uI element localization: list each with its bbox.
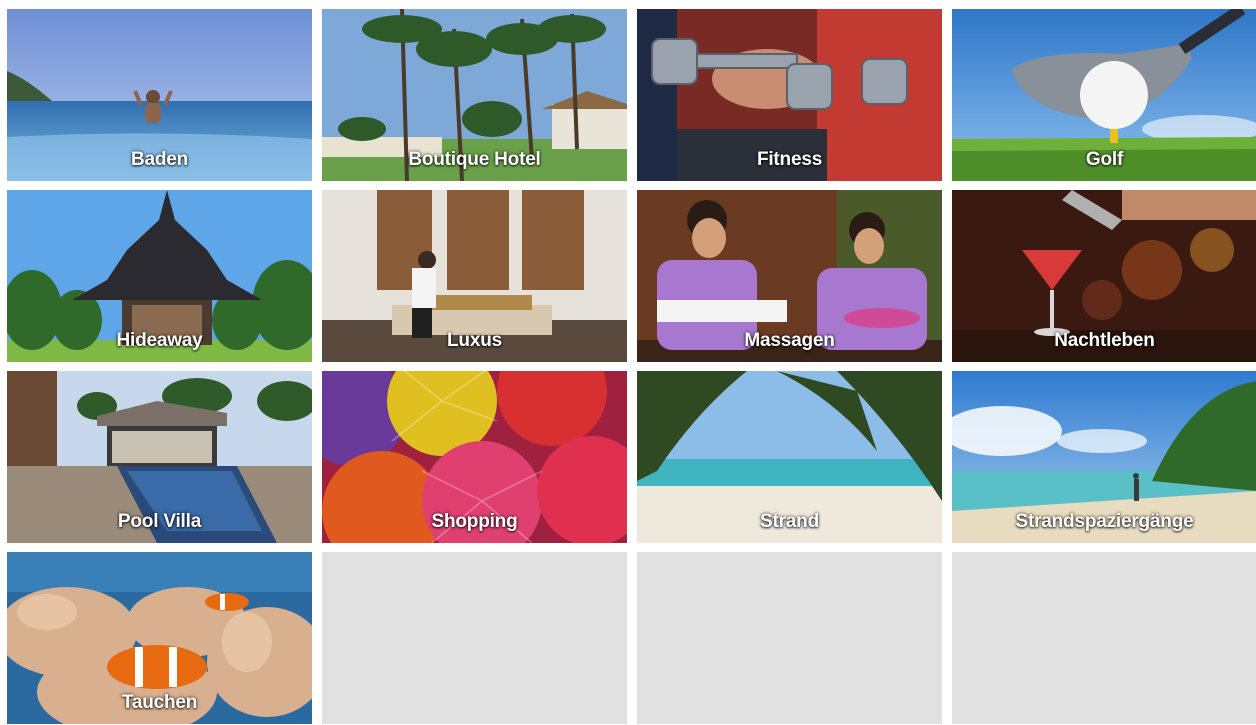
tile-fitness[interactable]: Fitness [637,9,942,181]
tile-label: Fitness [756,149,823,170]
tile-strand[interactable]: Strand [637,371,942,543]
tile-label: Tauchen [121,692,198,713]
category-grid: Baden Boutique Hotel Fitness Golf Hideaw… [7,9,1256,724]
tile-baden[interactable]: Baden [7,9,312,181]
tile-label: Luxus [447,330,502,351]
empty-tile [322,552,627,724]
tile-label: Boutique Hotel [408,149,541,170]
tile-pool-villa[interactable]: Pool Villa [7,371,312,543]
tile-hideaway[interactable]: Hideaway [7,190,312,362]
tile-label: Massagen [744,330,835,351]
tile-label: Pool Villa [117,511,202,532]
tile-label: Strand [760,511,819,532]
tile-nachtleben[interactable]: Nachtleben [952,190,1256,362]
tile-label: Nachtleben [1054,330,1155,351]
tile-label: Shopping [431,511,518,532]
tile-luxus[interactable]: Luxus [322,190,627,362]
tile-strandspaziergaenge[interactable]: Strandspaziergänge [952,371,1256,543]
tile-golf[interactable]: Golf [952,9,1256,181]
tile-label: Strandspaziergänge [1015,511,1194,532]
tile-shopping[interactable]: Shopping [322,371,627,543]
empty-tile [952,552,1256,724]
tile-massagen[interactable]: Massagen [637,190,942,362]
tile-boutique-hotel[interactable]: Boutique Hotel [322,9,627,181]
empty-tile [637,552,942,724]
tile-label: Baden [130,149,189,170]
tile-label: Golf [1085,149,1124,170]
tile-tauchen[interactable]: Tauchen [7,552,312,724]
tile-label: Hideaway [116,330,203,351]
